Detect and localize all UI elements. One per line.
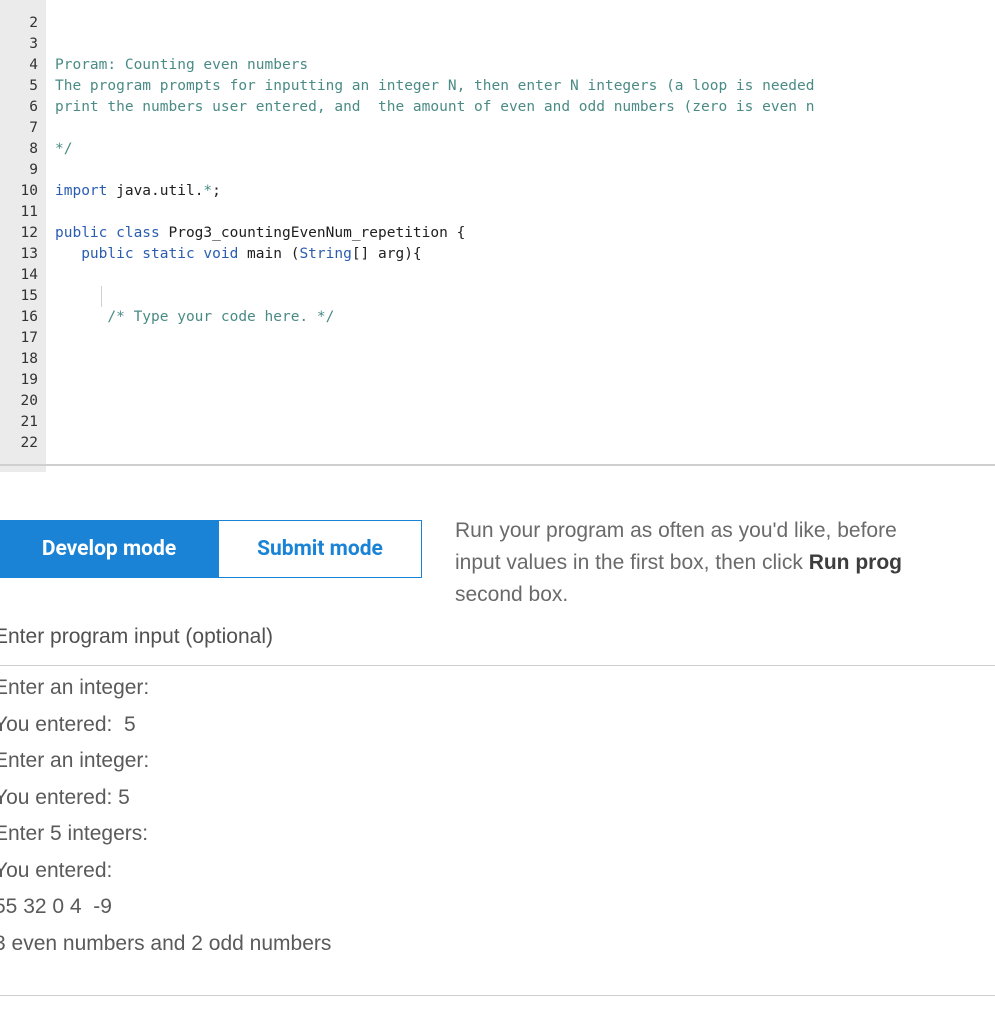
develop-mode-button[interactable]: Develop mode bbox=[0, 520, 218, 578]
input-line: Enter 5 integers: bbox=[0, 822, 149, 845]
code-line[interactable]: 14 /* Type your code here. */ bbox=[0, 244, 995, 325]
code-line[interactable]: 13 bbox=[0, 223, 995, 262]
code-line[interactable]: 12 public static void main (String[] arg… bbox=[0, 202, 995, 262]
code-line[interactable]: 15 bbox=[0, 265, 995, 304]
code-line[interactable]: 16 bbox=[0, 286, 995, 325]
submit-mode-button[interactable]: Submit mode bbox=[218, 520, 422, 578]
code-line[interactable]: 11 public class Prog3_countingEvenNum_re… bbox=[0, 181, 995, 241]
input-line: You entered: 5 bbox=[0, 712, 136, 736]
input-line: Enter an integer: bbox=[0, 676, 150, 699]
input-line: 3 even numbers and 2 odd numbers bbox=[0, 931, 332, 955]
run-description: Run your program as often as you'd like,… bbox=[455, 515, 995, 611]
code-line[interactable]: 9 import java.util.*; bbox=[0, 139, 995, 199]
code-line[interactable]: 17 bbox=[0, 307, 995, 346]
run-description-line: input values in the first box, then clic… bbox=[455, 547, 995, 579]
input-top-divider bbox=[0, 665, 995, 666]
input-line: Enter an integer: bbox=[0, 749, 150, 772]
code-line[interactable]: 10 bbox=[0, 160, 995, 199]
code-line[interactable]: 22 bbox=[0, 412, 995, 451]
code-editor[interactable]: 2 3 Proram: Counting even numbers 4 The … bbox=[0, 0, 995, 472]
code-line[interactable]: 5 print the numbers user entered, and th… bbox=[0, 55, 995, 115]
input-line: You entered: bbox=[0, 858, 113, 882]
input-line: 55 32 0 4 -9 bbox=[0, 895, 112, 918]
editor-bottom-border bbox=[0, 464, 995, 466]
mode-toggle: Develop mode Submit mode bbox=[0, 520, 422, 580]
run-description-line: second box. bbox=[455, 583, 569, 606]
code-line[interactable]: 20 bbox=[0, 370, 995, 409]
code-line[interactable]: 6 bbox=[0, 76, 995, 115]
line-number: 22 bbox=[20, 435, 38, 451]
code-line[interactable]: 21 bbox=[0, 391, 995, 430]
code-line[interactable]: 19 bbox=[0, 349, 995, 388]
code-line[interactable]: 3 Proram: Counting even numbers bbox=[0, 13, 995, 73]
code-line[interactable]: 18 bbox=[0, 328, 995, 367]
code-line[interactable]: 7 */ bbox=[0, 97, 995, 157]
run-program-label: Run prog bbox=[808, 551, 902, 574]
run-description-text: input values in the first box, then clic… bbox=[455, 551, 809, 574]
code-line[interactable]: 2 bbox=[0, 0, 995, 31]
program-input-label: Enter program input (optional) bbox=[0, 625, 273, 648]
input-bottom-divider bbox=[0, 995, 995, 996]
input-line: You entered: 5 bbox=[0, 785, 130, 809]
run-description-line: Run your program as often as you'd like,… bbox=[455, 519, 897, 542]
program-input-textarea[interactable]: Enter an integer: You entered: 5 Enter a… bbox=[0, 670, 989, 962]
code-line[interactable]: 4 The program prompts for inputting an i… bbox=[0, 34, 995, 94]
code-line[interactable]: 8 bbox=[0, 118, 995, 157]
